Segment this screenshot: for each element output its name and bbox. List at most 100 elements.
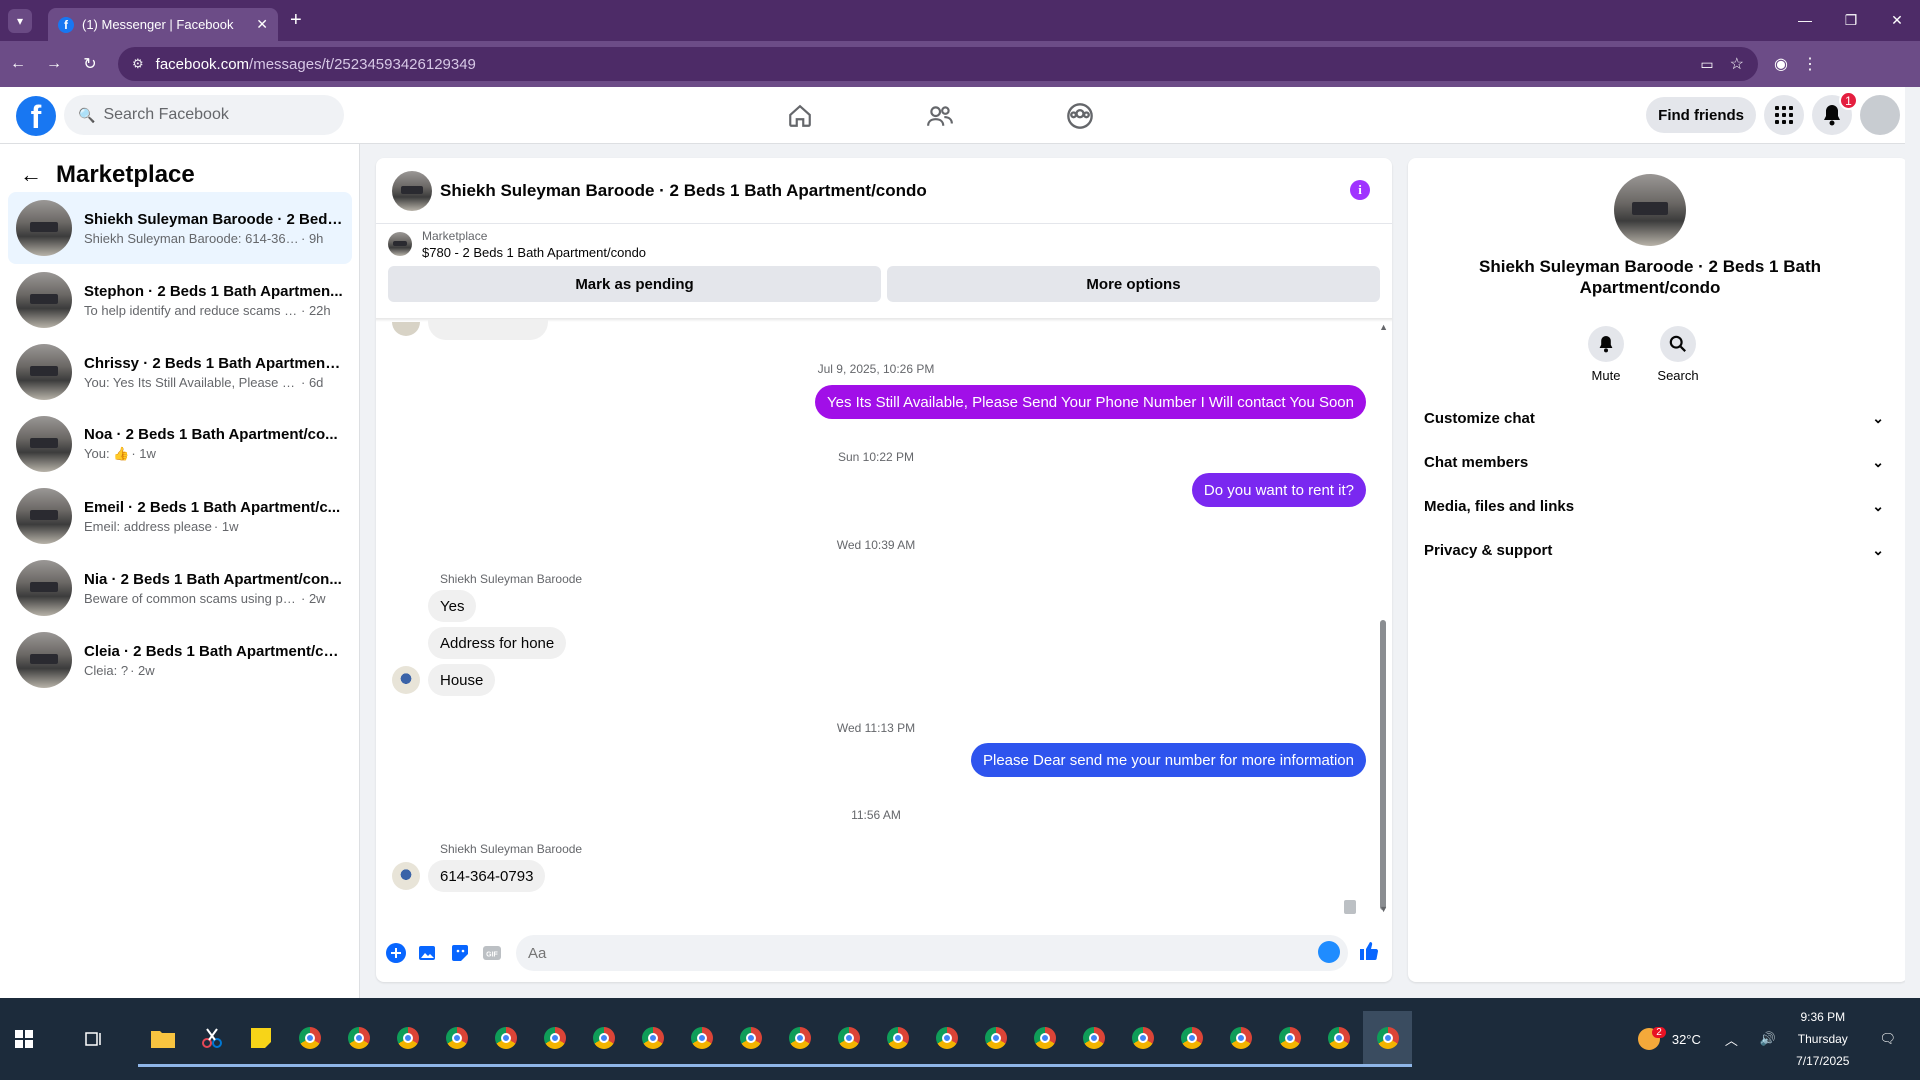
chrome-icon[interactable] xyxy=(334,1011,383,1067)
conversation-item[interactable]: Chrissy · 2 Beds 1 Bath Apartment/... Yo… xyxy=(8,336,352,408)
clock[interactable]: 9:36 PM Thursday 7/17/2025 xyxy=(1796,1006,1849,1072)
page-scrollbar[interactable] xyxy=(1905,87,1920,998)
incoming-message[interactable]: House xyxy=(428,664,496,696)
restore-button[interactable]: ❐ xyxy=(1828,12,1874,29)
close-window-button[interactable]: ✕ xyxy=(1874,12,1920,29)
back-arrow-icon[interactable]: ← xyxy=(20,162,42,188)
sticker-icon[interactable] xyxy=(448,941,472,965)
outgoing-message[interactable]: Yes Its Still Available, Please Send You… xyxy=(814,385,1366,419)
notification-center-icon[interactable]: 🗨 xyxy=(1879,1031,1896,1047)
chrome-icon[interactable] xyxy=(1167,1011,1216,1067)
chrome-icon-active[interactable] xyxy=(1363,1011,1412,1067)
chrome-icon[interactable] xyxy=(383,1011,432,1067)
conversation-item[interactable]: Emeil · 2 Beds 1 Bath Apartment/c... Eme… xyxy=(8,480,352,552)
chrome-icon[interactable] xyxy=(1069,1011,1118,1067)
reload-button[interactable]: ↻ xyxy=(72,54,108,74)
chat-listing-thumbnail[interactable] xyxy=(392,170,432,211)
chrome-icon[interactable] xyxy=(1314,1011,1363,1067)
conversation-item[interactable]: Cleia · 2 Beds 1 Bath Apartment/co... Cl… xyxy=(8,624,352,696)
file-explorer-icon[interactable] xyxy=(138,1011,187,1067)
add-attachment-icon[interactable] xyxy=(384,941,408,965)
chrome-icon[interactable] xyxy=(1020,1011,1069,1067)
listing-bar[interactable]: Marketplace $780 - 2 Beds 1 Bath Apartme… xyxy=(376,224,1392,264)
notifications-button[interactable]: 1 xyxy=(1812,91,1858,135)
chrome-icon[interactable] xyxy=(285,1011,334,1067)
chrome-icon[interactable] xyxy=(481,1011,530,1067)
conversation-info-icon[interactable]: i xyxy=(1350,180,1370,200)
profile-icon[interactable]: ◉ xyxy=(1774,54,1788,74)
incoming-message[interactable]: Yes xyxy=(428,590,477,622)
conversation-item[interactable]: Shiekh Suleyman Baroode · 2 Beds... Shie… xyxy=(8,192,352,264)
friends-icon[interactable] xyxy=(920,99,960,133)
back-button[interactable]: ← xyxy=(0,55,36,73)
volume-icon[interactable]: 🔊 xyxy=(1760,1031,1776,1047)
chrome-icon[interactable] xyxy=(1118,1011,1167,1067)
conversation-item[interactable]: Stephon · 2 Beds 1 Bath Apartmen... To h… xyxy=(8,264,352,336)
incoming-message[interactable]: 614-364-0793 xyxy=(428,860,546,892)
minimize-button[interactable]: — xyxy=(1782,12,1828,29)
chrome-icon[interactable] xyxy=(726,1011,775,1067)
chrome-icon[interactable] xyxy=(971,1011,1020,1067)
facebook-logo-icon[interactable]: f xyxy=(16,96,56,136)
close-tab-icon[interactable]: ✕ xyxy=(256,16,268,33)
chrome-icon[interactable] xyxy=(775,1011,824,1067)
chrome-icon[interactable] xyxy=(1265,1011,1314,1067)
emoji-icon[interactable] xyxy=(1318,941,1340,963)
gif-icon[interactable]: GIF xyxy=(480,941,504,965)
snipping-tool-icon[interactable] xyxy=(187,1011,236,1067)
message-input[interactable] xyxy=(516,935,1348,971)
scroll-down-arrow-icon[interactable]: ▼ xyxy=(1379,904,1388,914)
bookmark-star-icon[interactable]: ☆ xyxy=(1730,54,1744,74)
account-avatar[interactable] xyxy=(1860,95,1900,135)
mute-button[interactable]: Mute xyxy=(1588,326,1624,383)
chrome-icon[interactable] xyxy=(432,1011,481,1067)
browser-tab[interactable]: f (1) Messenger | Facebook ✕ xyxy=(48,8,278,41)
info-listing-avatar[interactable] xyxy=(1614,174,1686,246)
outgoing-message[interactable]: Please Dear send me your number for more… xyxy=(970,743,1366,777)
media-files-links-section[interactable]: Media, files and links ⌄ xyxy=(1424,484,1884,528)
tab-search-button[interactable]: ▾ xyxy=(8,8,32,33)
privacy-support-section[interactable]: Privacy & support ⌄ xyxy=(1424,528,1884,572)
groups-icon[interactable] xyxy=(1060,99,1100,133)
sticky-notes-icon[interactable] xyxy=(236,1011,285,1067)
new-tab-button[interactable]: + xyxy=(290,9,302,32)
browser-menu-icon[interactable]: ⋮ xyxy=(1802,54,1818,74)
message-thread[interactable]: Jul 9, 2025, 10:26 PM Yes Its Still Avai… xyxy=(376,320,1392,920)
search-conversation-button[interactable]: Search xyxy=(1657,326,1699,383)
sender-avatar[interactable] xyxy=(392,666,420,694)
chrome-icon[interactable] xyxy=(922,1011,971,1067)
show-hidden-icons-chevron-icon[interactable]: ︿ xyxy=(1725,1030,1738,1049)
menu-grid-button[interactable] xyxy=(1764,95,1804,135)
install-app-icon[interactable]: ▭ xyxy=(1700,56,1713,73)
chat-title[interactable]: Shiekh Suleyman Baroode · 2 Beds 1 Bath … xyxy=(440,181,927,201)
more-options-button[interactable]: More options xyxy=(887,266,1380,302)
find-friends-button[interactable]: Find friends xyxy=(1646,97,1756,133)
windows-start-icon[interactable] xyxy=(0,1030,48,1048)
like-thumb-icon[interactable] xyxy=(1358,940,1380,967)
conversation-item[interactable]: Nia · 2 Beds 1 Bath Apartment/con... Bew… xyxy=(8,552,352,624)
chrome-icon[interactable] xyxy=(824,1011,873,1067)
forward-button[interactable]: → xyxy=(36,55,72,73)
chrome-icon[interactable] xyxy=(677,1011,726,1067)
customize-chat-section[interactable]: Customize chat ⌄ xyxy=(1424,396,1884,440)
scroll-up-arrow-icon[interactable]: ▲ xyxy=(1379,322,1388,332)
search-facebook-input[interactable]: 🔍 Search Facebook xyxy=(64,95,344,135)
site-info-icon[interactable]: ⚙ xyxy=(132,56,144,72)
chrome-icon[interactable] xyxy=(873,1011,922,1067)
message-scrollbar[interactable] xyxy=(1380,620,1386,910)
task-view-icon[interactable] xyxy=(70,1030,118,1048)
chrome-icon[interactable] xyxy=(579,1011,628,1067)
conversation-item[interactable]: Noa · 2 Beds 1 Bath Apartment/co... You:… xyxy=(8,408,352,480)
sender-avatar[interactable] xyxy=(392,862,420,890)
address-bar[interactable]: ⚙ facebook.com/messages/t/25234593426129… xyxy=(118,47,1758,81)
outgoing-message[interactable]: Do you want to rent it? xyxy=(1191,473,1366,507)
chrome-icon[interactable] xyxy=(1216,1011,1265,1067)
chrome-icon[interactable] xyxy=(530,1011,579,1067)
mark-as-pending-button[interactable]: Mark as pending xyxy=(388,266,881,302)
weather-widget[interactable]: 2 32°C xyxy=(1638,1026,1701,1050)
photo-icon[interactable] xyxy=(416,941,440,965)
incoming-message[interactable]: Address for hone xyxy=(428,627,567,659)
chat-members-section[interactable]: Chat members ⌄ xyxy=(1424,440,1884,484)
chrome-icon[interactable] xyxy=(628,1011,677,1067)
home-icon[interactable] xyxy=(780,99,820,133)
